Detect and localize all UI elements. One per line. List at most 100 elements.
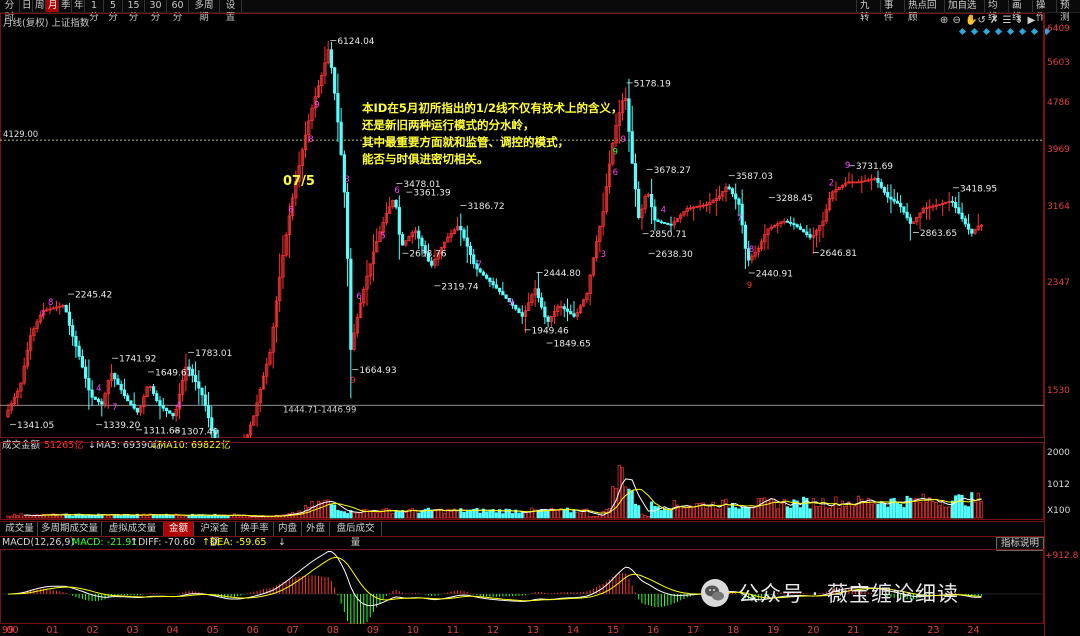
volume-bar (857, 495, 861, 519)
volume-bar (129, 515, 133, 519)
year-tick-label: 01 (46, 625, 59, 636)
volume-bar (743, 507, 747, 519)
candle-body (546, 316, 550, 322)
volume-bar (119, 515, 123, 519)
indicator-tab[interactable]: 换手率 (236, 522, 274, 536)
candlestick-chart[interactable]: 4129.001444.71-1446.996124.045178.193678… (0, 13, 1044, 438)
volume-bar (410, 507, 414, 519)
indicator-tab[interactable]: 沪深金额 (194, 522, 236, 548)
indicator-tab[interactable]: 内盘 (274, 522, 302, 536)
trough-price-label: 1664.93 (359, 366, 396, 376)
candle-body (795, 224, 799, 228)
indicator-tab[interactable]: 多周期成交量 (38, 522, 102, 536)
period-tab[interactable]: 15分 (123, 0, 145, 23)
volume-bar (685, 507, 689, 519)
indicator-tab[interactable]: 虚拟成交量 (102, 522, 164, 536)
volume-bar (553, 510, 557, 519)
peak-price-label: 3186.72 (467, 202, 504, 212)
volume-bar (937, 505, 941, 519)
candle-body (203, 394, 207, 407)
volume-bar (643, 515, 647, 519)
candle-body (543, 306, 547, 318)
volume-bar (769, 498, 773, 519)
toolbar-button[interactable]: 九转 (856, 0, 880, 23)
candle-body (345, 192, 350, 259)
volume-bar (967, 506, 971, 519)
indicator-tab[interactable]: 成交量 (2, 522, 38, 536)
volume-bar (879, 501, 883, 519)
candle-body (400, 234, 405, 246)
volume-bar (236, 515, 240, 519)
price-tick-label: 4786 (1047, 97, 1070, 108)
period-tab[interactable]: 周 (33, 0, 46, 12)
period-tab[interactable]: 设置 (220, 0, 242, 23)
year-tick-label: 24 (967, 625, 980, 636)
year-tick-label: 09 (366, 625, 379, 636)
volume-bar (650, 501, 654, 519)
candle-body (491, 281, 495, 286)
toolbar-button[interactable]: 操作 (1032, 0, 1056, 23)
period-tab[interactable]: 年 (72, 0, 85, 12)
period-tab[interactable]: 月 (46, 0, 59, 12)
toolbar-button[interactable]: 热点回顾 (904, 0, 944, 23)
period-tab[interactable]: 多周期 (189, 0, 220, 23)
volume-bar (785, 506, 789, 519)
candle-body (520, 312, 524, 317)
peak-price-label: 3587.03 (736, 172, 773, 182)
volume-bar (443, 513, 447, 519)
volume-bar (19, 513, 23, 519)
trough-price-label: 1849.65 (554, 340, 591, 350)
volume-bar (899, 503, 903, 519)
period-tab[interactable]: 分时 (0, 0, 20, 23)
date-marker-label: 07/5 (283, 174, 315, 189)
toolbar-button[interactable]: 事件 (880, 0, 904, 23)
volume-bar (106, 515, 110, 519)
volume-bar (666, 509, 670, 519)
candle-body (394, 199, 398, 208)
candle-body (135, 407, 139, 413)
toolbar-button[interactable]: 加自选 (944, 0, 984, 12)
period-tab[interactable]: 季 (59, 0, 72, 12)
volume-bar (546, 510, 550, 519)
volume-bar (161, 514, 165, 519)
volume-tick-label: 2000 (1047, 448, 1070, 458)
toolbar-button[interactable]: 画线 (1008, 0, 1032, 23)
period-tab[interactable]: 1分 (85, 0, 104, 23)
candle-body (899, 202, 903, 208)
candle-body (161, 405, 165, 409)
period-tab[interactable]: 60分 (167, 0, 189, 23)
volume-bar (25, 515, 29, 519)
indicator-tab[interactable]: 盘后成交量 (330, 522, 382, 548)
volume-bar (640, 513, 644, 519)
candle-body (71, 325, 75, 337)
candle-body (504, 294, 508, 299)
period-tab[interactable]: 日 (20, 0, 33, 12)
volume-chart[interactable] (0, 442, 1044, 520)
volume-bar (333, 504, 337, 519)
volume-bar (433, 510, 437, 519)
volume-bar (313, 505, 317, 519)
toolbar-button[interactable]: 预测 (1056, 0, 1080, 23)
price-tick-label: 6409 (1047, 24, 1070, 34)
period-tab[interactable]: 30分 (145, 0, 167, 23)
volume-bar (378, 512, 382, 519)
candle-body (889, 196, 893, 200)
year-tick-label: 05 (206, 625, 219, 636)
volume-bar (760, 497, 764, 519)
year-tick-label: 03 (126, 625, 139, 636)
macd-tick-value: 912.8 (1052, 551, 1079, 561)
candle-body (132, 404, 136, 409)
volume-bar (591, 516, 595, 519)
indicator-tab[interactable]: 外盘 (302, 522, 330, 536)
annotation-text: 本ID在5月初所指出的1/2线不仅有技术上的含义， 还是新旧两种运行模式的分水岭… (362, 100, 623, 168)
toolbar-button[interactable]: 均线 (984, 0, 1008, 23)
candle-body (789, 221, 793, 224)
volume-bar (16, 515, 20, 519)
candle-body (67, 311, 72, 326)
volume-bar (430, 509, 434, 519)
candle-body (129, 400, 133, 405)
trough-price-label: 1311.68 (143, 426, 180, 436)
volume-bar (358, 512, 363, 519)
period-tab[interactable]: 5分 (104, 0, 123, 23)
indicator-tab[interactable]: 金额 (164, 522, 194, 536)
